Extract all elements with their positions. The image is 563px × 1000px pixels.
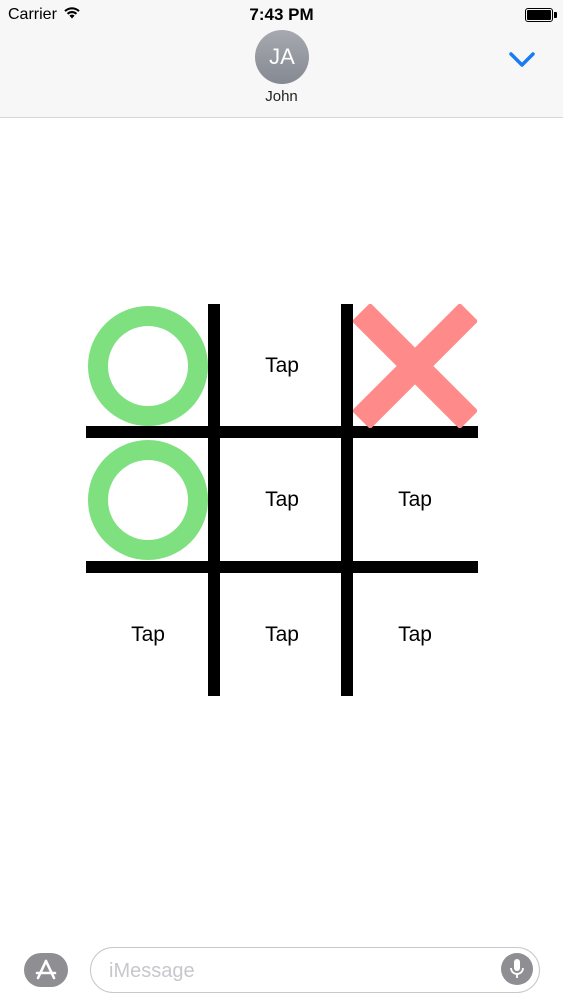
microphone-icon [510, 959, 524, 978]
battery-level [527, 10, 551, 20]
status-bar: Carrier 7:43 PM [0, 0, 563, 30]
board-cell-1-1[interactable] [86, 304, 210, 428]
board-cell-3-2[interactable]: Tap [220, 573, 344, 697]
o-mark [88, 306, 208, 426]
avatar-initials: JA [269, 44, 295, 69]
app-store-button[interactable] [24, 953, 68, 987]
conversation-header: JA John [0, 30, 563, 118]
contact-name[interactable]: John [0, 88, 563, 105]
board-cell-1-3[interactable] [353, 304, 477, 428]
board-cell-3-1[interactable]: Tap [86, 573, 210, 697]
tap-label: Tap [398, 488, 432, 511]
battery-tip [554, 12, 557, 18]
collapse-button[interactable] [507, 46, 537, 72]
board-cell-2-3[interactable]: Tap [353, 438, 477, 562]
app-store-icon [35, 959, 57, 980]
message-input-bar [0, 936, 563, 1000]
battery-full-icon [525, 8, 553, 22]
contact-avatar[interactable]: JA [255, 30, 309, 84]
board-cell-2-2[interactable]: Tap [220, 438, 344, 562]
imessage-app-screen: Carrier 7:43 PM JA John Tap Tap Tap Tap … [0, 0, 563, 1000]
tap-label: Tap [265, 354, 299, 377]
board-cell-2-1[interactable] [86, 438, 210, 562]
o-mark [88, 440, 208, 560]
message-field[interactable] [90, 947, 540, 993]
dictation-button[interactable] [501, 953, 533, 985]
chevron-down-icon [509, 52, 535, 67]
status-time: 7:43 PM [249, 5, 314, 24]
tap-label: Tap [131, 623, 165, 646]
x-mark [353, 304, 477, 428]
tic-tac-toe-board: Tap Tap Tap Tap Tap Tap [82, 300, 482, 700]
tap-label: Tap [265, 623, 299, 646]
board-cell-3-3[interactable]: Tap [353, 573, 477, 697]
grid-line-horizontal-2 [86, 561, 478, 573]
tap-label: Tap [265, 488, 299, 511]
tap-label: Tap [398, 623, 432, 646]
message-input[interactable] [107, 954, 491, 988]
board-cell-1-2[interactable]: Tap [220, 304, 344, 428]
